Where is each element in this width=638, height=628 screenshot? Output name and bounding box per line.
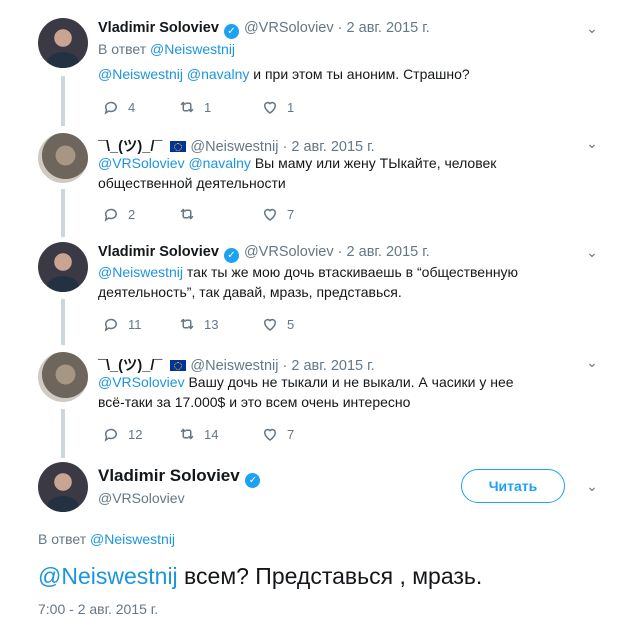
tweet-text: @VRSoloviev Вашу дочь не тыкали и не вык… (98, 372, 538, 412)
separator: · (337, 20, 343, 36)
reply-button[interactable]: 11 (102, 315, 142, 333)
retweet-count: 13 (204, 316, 219, 332)
eu-flag-icon (170, 141, 187, 152)
separator: · (337, 244, 343, 260)
mention-link[interactable]: @VRSoloviev (98, 374, 185, 390)
eu-flag-icon (170, 360, 187, 371)
like-count: 7 (287, 426, 295, 442)
reply-button[interactable]: 4 (102, 98, 135, 116)
reply-icon (104, 318, 117, 332)
author-name[interactable]: Vladimir Soloviev (98, 244, 219, 260)
main-tweet-text: @Neiswestnij всем? Представься , мразь. (38, 563, 482, 590)
heart-icon (263, 101, 277, 114)
retweet-icon (180, 208, 194, 220)
reply-count: 12 (128, 426, 143, 442)
heart-icon (263, 428, 277, 441)
reply-count: 11 (128, 316, 142, 332)
author-name[interactable]: Vladimir Soloviev (98, 20, 219, 36)
reply-to-link[interactable]: @Neiswestnij (150, 41, 235, 57)
tweet[interactable]: ¯\_(ツ)_/¯ @Neiswestnij · 2 авг. 2015 г. … (0, 133, 638, 241)
avatar[interactable] (38, 133, 88, 183)
chevron-down-icon[interactable]: ⌄ (584, 244, 600, 260)
tweet[interactable]: Vladimir Soloviev ✓ @VRSoloviev · 2 авг.… (0, 242, 638, 352)
reply-to-prefix: В ответ (38, 531, 87, 547)
retweet-icon (180, 101, 194, 113)
retweet-button[interactable]: 1 (178, 98, 211, 116)
retweet-button[interactable]: 14 (178, 425, 218, 443)
author-name[interactable]: Vladimir Soloviev ✓ (98, 466, 261, 488)
tweet[interactable]: ¯\_(ツ)_/¯ @Neiswestnij · 2 авг. 2015 г. … (0, 352, 638, 462)
mention-link[interactable]: @Neiswestnij (38, 563, 178, 589)
tweet-header: Vladimir Soloviev ✓ @VRSoloviev · 2 авг.… (98, 20, 430, 39)
like-button[interactable]: 1 (261, 98, 294, 116)
tweet-date[interactable]: 2 авг. 2015 г. (347, 20, 430, 36)
follow-button[interactable]: Читать (461, 469, 565, 503)
reply-count: 4 (128, 99, 136, 115)
avatar[interactable] (38, 462, 88, 512)
like-count: 7 (287, 206, 295, 222)
avatar[interactable] (38, 18, 88, 68)
tweet-text-content: и при этом ты аноним. Страшно? (249, 66, 470, 82)
reply-button[interactable]: 12 (102, 425, 142, 443)
tweet-text-content: всем? Представься , мразь. (177, 563, 483, 589)
tweet-text: @Neiswestnij так ты же мою дочь втаскива… (98, 262, 538, 302)
tweet[interactable]: Vladimir Soloviev ✓ @VRSoloviev · 2 авг.… (0, 18, 638, 128)
reply-icon (104, 428, 117, 442)
reply-count: 2 (128, 206, 136, 222)
author-handle[interactable]: @VRSoloviev (244, 244, 334, 260)
mention-link[interactable]: @Neiswestnij (98, 264, 183, 280)
tweet-timestamp[interactable]: 7:00 - 2 авг. 2015 г. (38, 601, 158, 617)
reply-button[interactable]: 2 (102, 205, 135, 223)
tweet-header: Vladimir Soloviev ✓ @VRSoloviev · 2 авг.… (98, 244, 430, 263)
reply-to: В ответ @Neiswestnij (98, 41, 235, 57)
like-button[interactable]: 7 (261, 205, 294, 223)
reply-icon (104, 101, 117, 115)
chevron-down-icon[interactable]: ⌄ (584, 478, 600, 494)
heart-icon (263, 208, 277, 221)
retweet-button[interactable] (178, 205, 204, 223)
chevron-down-icon[interactable]: ⌄ (584, 135, 600, 151)
retweet-count: 14 (204, 426, 219, 442)
like-count: 1 (287, 99, 295, 115)
retweet-button[interactable]: 13 (178, 315, 218, 333)
chevron-down-icon[interactable]: ⌄ (584, 354, 600, 370)
reply-to-link[interactable]: @Neiswestnij (90, 531, 175, 547)
chevron-down-icon[interactable]: ⌄ (584, 20, 600, 36)
like-button[interactable]: 7 (261, 425, 294, 443)
avatar[interactable] (38, 242, 88, 292)
author-name-text[interactable]: Vladimir Soloviev (98, 466, 240, 485)
author-handle[interactable]: @VRSoloviev (244, 20, 334, 36)
retweet-icon (180, 428, 194, 440)
mention-link[interactable]: @Neiswestnij @navalny (98, 66, 249, 82)
like-count: 5 (287, 316, 295, 332)
retweet-count: 1 (204, 99, 212, 115)
reply-to-prefix: В ответ (98, 41, 147, 57)
reply-icon (104, 208, 117, 222)
avatar[interactable] (38, 352, 88, 402)
verified-badge-icon: ✓ (223, 24, 239, 39)
tweet-text: @VRSoloviev @navalny Вы маму или жену ТЫ… (98, 153, 538, 193)
author-handle[interactable]: @VRSoloviev (98, 490, 185, 506)
verified-badge-icon: ✓ (245, 473, 261, 488)
mention-link[interactable]: @VRSoloviev @navalny (98, 155, 251, 171)
heart-icon (263, 318, 277, 331)
tweet-date[interactable]: 2 авг. 2015 г. (347, 244, 430, 260)
reply-to: В ответ @Neiswestnij (38, 531, 175, 547)
retweet-icon (180, 318, 194, 330)
verified-badge-icon: ✓ (223, 248, 239, 263)
like-button[interactable]: 5 (261, 315, 294, 333)
tweet-text: @Neiswestnij @navalny и при этом ты анон… (98, 64, 538, 84)
